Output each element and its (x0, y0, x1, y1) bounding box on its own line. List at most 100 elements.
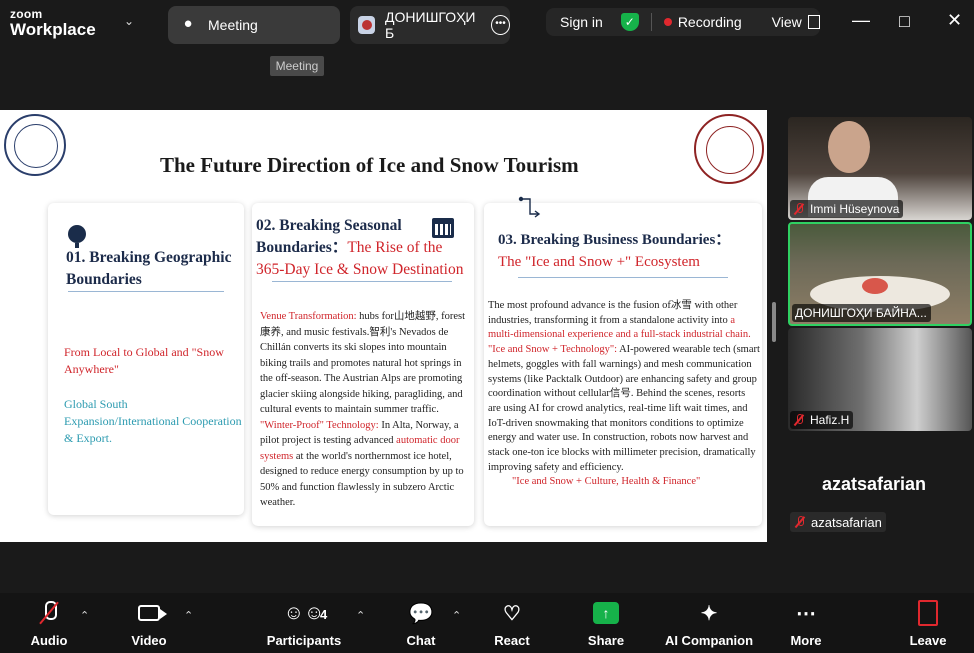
video-tile-immi[interactable]: Immi Hüseynova (788, 117, 972, 220)
tab-session[interactable]: ДОНИШГОҲИ Б ••• (350, 6, 511, 44)
divider (68, 291, 224, 292)
meeting-status-bar: Sign in ✓ Recording View (546, 8, 820, 36)
leave-button[interactable]: Leave (906, 599, 950, 649)
divider (518, 277, 728, 278)
shared-slide: The Future Direction of Ice and Snow Tou… (0, 110, 767, 542)
more-label: More (790, 633, 822, 648)
card1-teal-text: Global South Expansion/International Coo… (64, 397, 242, 445)
react-label: React (494, 633, 530, 648)
card3-heading-b: The "Ice and Snow +" Ecosystem (498, 254, 700, 270)
card2-body: Venue Transformation: hubs for山地越野, fore… (260, 309, 472, 511)
card2-heading: 02. Breaking Seasonal Boundaries：The Ris… (256, 215, 472, 281)
more-button[interactable]: ⋯ More (784, 599, 828, 649)
divider (272, 281, 452, 282)
card3-p2-label: "Ice and Snow + Technology": (488, 344, 618, 356)
card3-footer: "Ice and Snow + Culture, Health & Financ… (512, 476, 701, 488)
card-seasonal: 02. Breaking Seasonal Boundaries：The Ris… (252, 203, 474, 526)
participants-label: Participants (266, 633, 342, 648)
zoom-logo: zoom Workplace (10, 8, 96, 38)
card1-heading: 01. Breaking Geographic Boundaries (66, 249, 232, 288)
card2-p1-text: hubs for山地越野, forest康养, and music festiv… (260, 311, 466, 415)
card3-p1-text: The most profound advance is the fusion … (488, 300, 738, 326)
card1-red-text: From Local to Global and "Snow Anywhere" (64, 345, 224, 376)
panel-resize-handle[interactable] (772, 302, 776, 342)
silk-road-university-seal (4, 114, 66, 176)
card3-body: The most profound advance is the fusion … (488, 299, 760, 490)
close-icon[interactable]: ✕ (947, 10, 962, 31)
people-icon: ● (183, 15, 193, 32)
brand-top: zoom (10, 7, 43, 21)
camera-icon (138, 605, 167, 621)
chat-button[interactable]: 💬 Chat (400, 599, 442, 649)
more-icon: ⋯ (796, 602, 816, 625)
participant-face (828, 121, 870, 173)
sparkle-icon: ✦ (700, 602, 718, 625)
chevron-down-icon[interactable]: ⌄ (124, 14, 134, 28)
ai-companion-label: AI Companion (664, 633, 754, 648)
card3-heading-a: 03. Breaking Business Boundaries： (498, 232, 731, 248)
tooltip: Meeting (270, 56, 324, 76)
audio-options-caret-icon[interactable]: ⌃ (80, 609, 89, 622)
video-button[interactable]: Video (124, 599, 174, 649)
mic-muted-icon (40, 601, 58, 625)
university-logo-icon (358, 16, 376, 34)
view-button[interactable]: View (772, 14, 802, 30)
card2-p2-label: "Winter-Proof" Technology: (260, 419, 379, 431)
more-options-icon[interactable]: ••• (490, 15, 511, 35)
participant-name: Immi Hüseynova (810, 202, 900, 216)
minimize-icon[interactable]: — (852, 10, 870, 31)
card-geographic: 01. Breaking Geographic Boundaries From … (48, 203, 244, 515)
recording-label[interactable]: Recording (678, 14, 742, 30)
share-label: Share (587, 633, 625, 648)
participant-name: Hafiz.H (810, 413, 850, 427)
card3-p2-text: AI-powered wearable tech (smart helmets,… (488, 344, 760, 473)
audio-label: Audio (30, 633, 68, 648)
chat-icon: 💬 (408, 602, 434, 625)
recording-dot-icon (663, 18, 672, 26)
chat-label: Chat (406, 633, 436, 648)
leave-label: Leave (909, 633, 947, 648)
react-button[interactable]: ♡ React (490, 599, 534, 649)
leave-door-icon (918, 600, 938, 626)
tab-meeting[interactable]: ● Meeting (168, 6, 340, 44)
mic-muted-icon (793, 414, 805, 426)
video-tile-hafiz[interactable]: Hafiz.H (788, 328, 972, 431)
participant-name: ДОНИШГОҲИ БАЙНА... (795, 306, 927, 320)
slide-title: The Future Direction of Ice and Snow Tou… (160, 153, 579, 177)
ai-companion-button[interactable]: ✦ AI Companion (662, 599, 756, 649)
view-layout-icon[interactable] (807, 15, 820, 29)
name-tag: ДОНИШГОҲИ БАЙНА... (792, 304, 931, 322)
self-view-tag[interactable]: azatsafarian (790, 512, 886, 532)
flowers (862, 278, 888, 294)
shield-check-icon[interactable]: ✓ (620, 13, 639, 31)
brand-bottom: Workplace (10, 20, 96, 39)
international-university-seal (694, 114, 764, 184)
name-tag: Immi Hüseynova (790, 200, 904, 218)
card2-p1-label: Venue Transformation: (260, 311, 357, 322)
participants-count: 4 (320, 607, 328, 622)
participants-options-caret-icon[interactable]: ⌃ (356, 609, 365, 622)
name-tag: Hafiz.H (790, 411, 854, 429)
tab-meeting-label: Meeting (208, 17, 258, 33)
card-business: 03. Breaking Business Boundaries： The "I… (484, 196, 762, 526)
card3-heading: 03. Breaking Business Boundaries： The "I… (498, 229, 760, 273)
share-screen-icon: ↑ (593, 602, 619, 624)
video-label: Video (131, 633, 167, 648)
maximize-icon[interactable]: □ (899, 11, 910, 32)
participants-button[interactable]: ☺☺ Participants (264, 599, 344, 649)
self-view-name: azatsafarian (822, 474, 927, 494)
sign-in-button[interactable]: Sign in (560, 14, 603, 30)
audio-button[interactable]: Audio (24, 599, 74, 649)
chat-options-caret-icon[interactable]: ⌃ (452, 609, 461, 622)
title-bar: zoom Workplace ⌄ ● Meeting ДОНИШГОҲИ Б •… (0, 0, 974, 46)
globe-icon (68, 225, 86, 248)
video-tile-university[interactable]: ДОНИШГОҲИ БАЙНА... (788, 222, 972, 326)
participants-icon: ☺☺ (283, 601, 325, 624)
mic-muted-icon (793, 203, 805, 215)
video-options-caret-icon[interactable]: ⌃ (184, 609, 193, 622)
self-view-tag-name: azatsafarian (811, 514, 882, 530)
share-button[interactable]: ↑ Share (584, 599, 628, 649)
branch-arrow-icon (518, 196, 541, 218)
mic-muted-icon (794, 516, 806, 528)
tab-session-label: ДОНИШГОҲИ Б (385, 9, 476, 41)
